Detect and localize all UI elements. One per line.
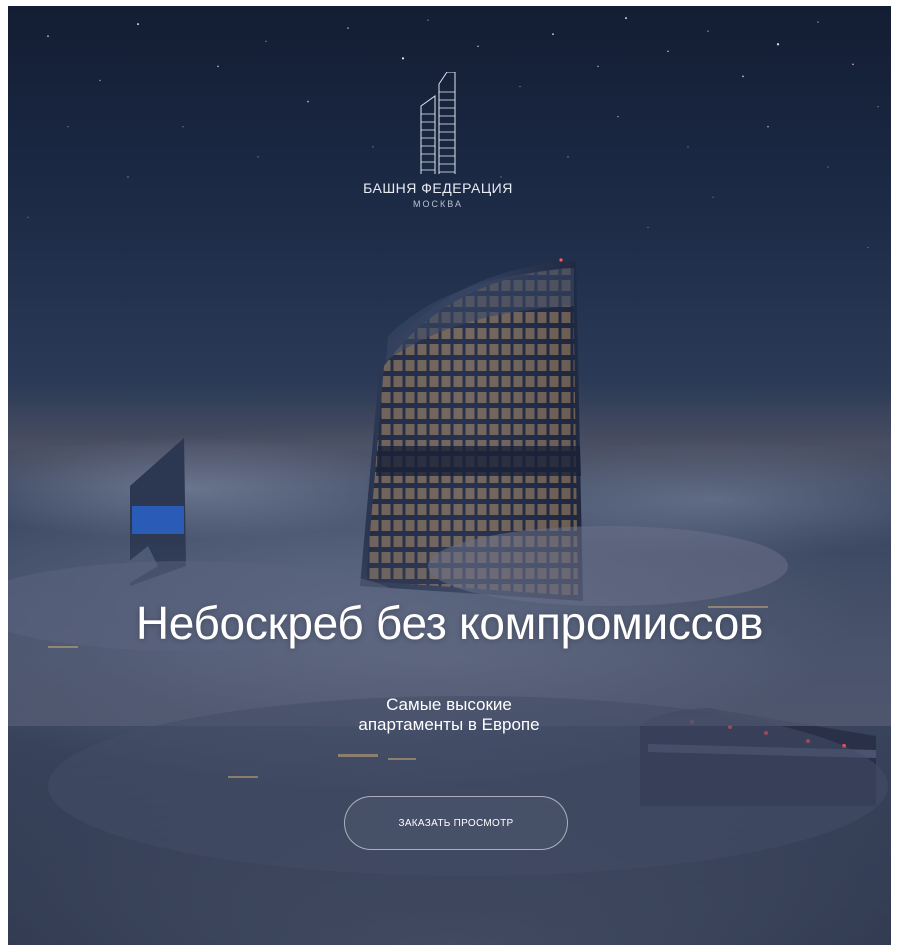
book-viewing-button[interactable]: ЗАКАЗАТЬ ПРОСМОТР [344,796,568,850]
hero-headline: Небоскреб без компромиссов [135,597,764,649]
brand-city: МОСКВА [413,199,463,209]
brand-name: БАШНЯ ФЕДЕРАЦИЯ [363,180,513,196]
hero-subheadline-line-1: Самые высокие [386,695,512,714]
hero-subheadline: Самые высокие апартаменты в Европе [299,695,599,735]
tower-logo-icon [420,72,456,174]
hero-subheadline-line-2: апартаменты в Европе [358,715,540,734]
brand-logo[interactable]: БАШНЯ ФЕДЕРАЦИЯ МОСКВА [338,72,538,209]
hero-section: БАШНЯ ФЕДЕРАЦИЯ МОСКВА Небоскреб без ком… [8,6,891,945]
